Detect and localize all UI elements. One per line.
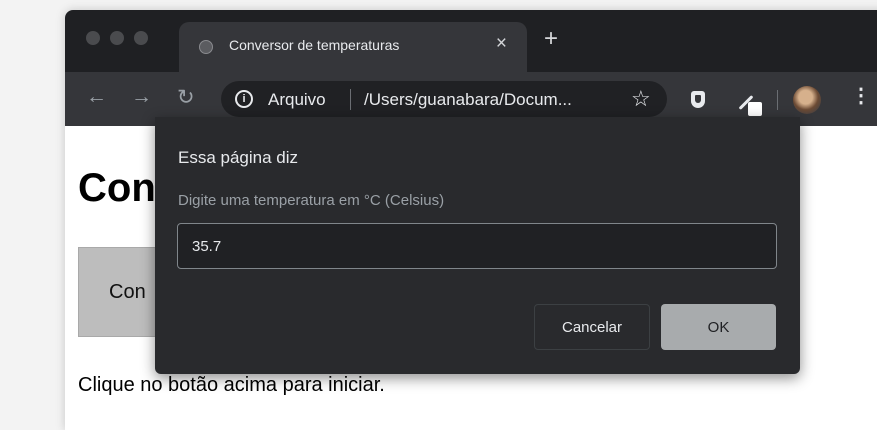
temperature-input[interactable]	[177, 223, 777, 269]
back-icon[interactable]: ←	[86, 85, 107, 109]
title-bar: Conversor de temperaturas × +	[65, 10, 877, 72]
shield-extension-icon[interactable]	[691, 91, 705, 108]
bookmark-star-icon[interactable]: ☆	[631, 86, 651, 112]
toolbar-divider	[777, 90, 778, 110]
url-scheme: Arquivo	[268, 90, 326, 109]
ok-button[interactable]: OK	[661, 304, 776, 350]
close-window-icon[interactable]	[86, 31, 100, 45]
new-tab-icon[interactable]: +	[544, 27, 558, 51]
dialog-title: Essa página diz	[178, 148, 299, 167]
info-icon[interactable]: i	[235, 90, 253, 108]
convert-button-label: Con	[109, 281, 146, 303]
address-bar[interactable]: i Arquivo /Users/guanabara/Docum... ☆	[221, 81, 667, 117]
minimize-window-icon[interactable]	[110, 31, 124, 45]
profile-avatar[interactable]	[793, 86, 821, 114]
browser-tab[interactable]: Conversor de temperaturas ×	[179, 22, 527, 72]
extension-badge-icon	[748, 102, 762, 116]
address-divider	[350, 89, 351, 110]
maximize-window-icon[interactable]	[134, 31, 148, 45]
forward-icon[interactable]: →	[131, 85, 152, 109]
globe-icon	[199, 40, 213, 54]
cancel-button[interactable]: Cancelar	[534, 304, 650, 350]
url-text[interactable]: /Users/guanabara/Docum...	[364, 90, 572, 110]
prompt-dialog: Essa página diz Digite uma temperatura e…	[155, 117, 800, 374]
dialog-message: Digite uma temperatura em °C (Celsius)	[178, 192, 445, 209]
tab-close-icon[interactable]: ×	[496, 33, 507, 55]
page-title: Con	[78, 166, 156, 210]
menu-icon[interactable]: ⋮	[851, 83, 871, 108]
tab-title: Conversor de temperaturas	[229, 37, 400, 53]
instruction-text: Clique no botão acima para iniciar.	[78, 374, 385, 396]
reload-icon[interactable]: ↻	[177, 85, 195, 110]
